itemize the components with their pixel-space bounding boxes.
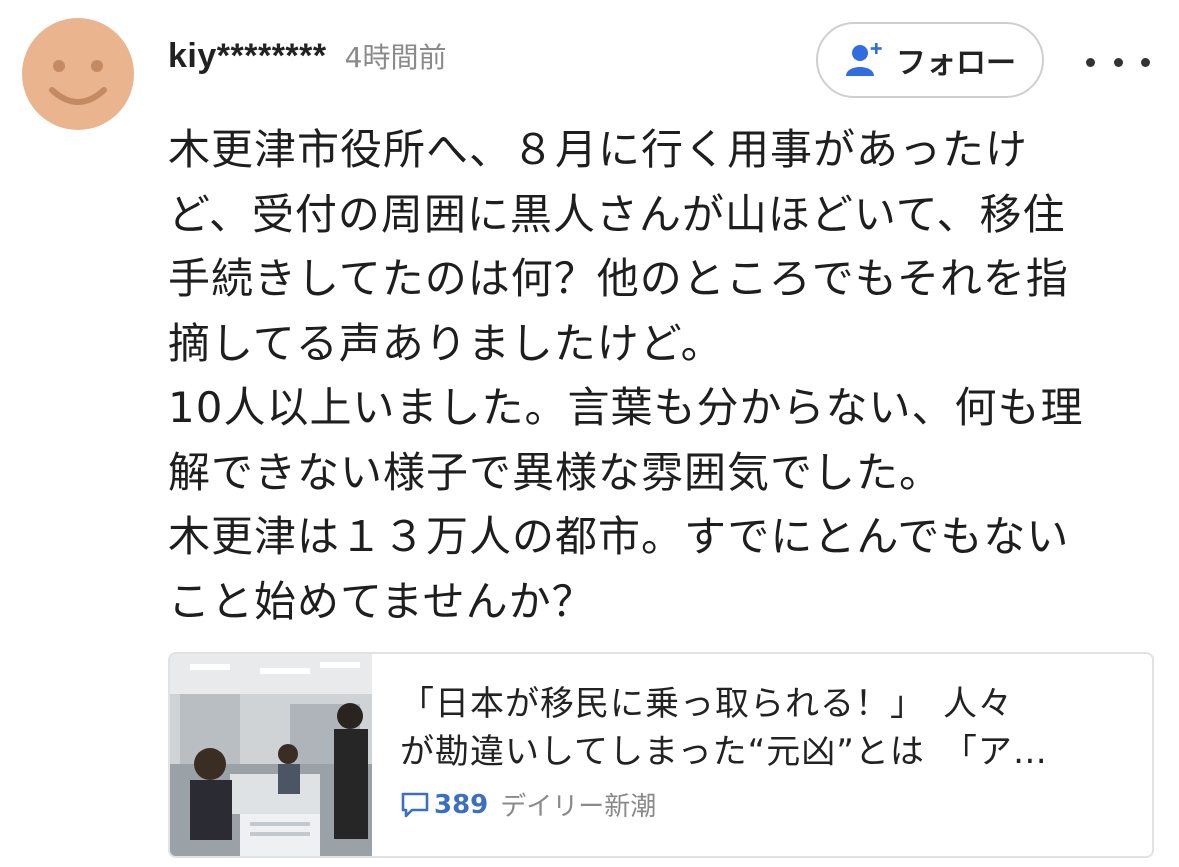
article-title: 「日本が移民に乗っ取られる！」 人々 が勘違いしてしまった“元凶”とは 「ア… xyxy=(400,680,1130,776)
article-thumbnail xyxy=(170,654,372,856)
article-title-line: が勘違いしてしまった“元凶”とは 「ア… xyxy=(400,732,1048,772)
comment-line: ど、受付の周囲に黒人さんが山ほどいて、移住 xyxy=(168,189,1066,239)
comment-line: こと始めてませんか？ xyxy=(168,576,595,626)
comment-line: 木更津は１３万人の都市。すでにとんでもない xyxy=(168,512,1070,561)
speech-bubble-icon xyxy=(401,792,429,817)
comment-count[interactable]: 389 xyxy=(400,790,488,820)
article-source: デイリー新潮 xyxy=(500,792,657,822)
smiley-face-icon xyxy=(49,60,107,105)
comment-line: 解できない様子で異様な雰囲気でした。 xyxy=(168,447,943,497)
timestamp: 4時間前 xyxy=(344,41,447,74)
comment-line: 10人以上いました。言葉も分からない、何も理 xyxy=(168,383,1084,432)
comment-line: 手続きしてたのは何？他のところでもそれを指 xyxy=(168,254,1069,303)
comment-count-value: 389 xyxy=(434,789,489,820)
comment-line: 摘してる声ありましたけど。 xyxy=(168,318,724,368)
more-dot xyxy=(1113,57,1123,67)
comment-line: 木更津市役所へ、８月に行く用事があったけ xyxy=(168,125,1029,174)
follow-label: フォロー xyxy=(896,46,1016,81)
follow-button[interactable]: フォロー xyxy=(816,22,1044,98)
article-meta: 389 デイリー新潮 xyxy=(400,786,656,823)
more-options-button[interactable] xyxy=(1086,44,1150,80)
more-horizontal-icon xyxy=(1086,57,1095,67)
comment-body: 木更津市役所へ、８月に行く用事があったけ ど、受付の周囲に黒人さんが山ほどいて、… xyxy=(168,118,1128,634)
add-user-icon xyxy=(846,43,882,76)
article-link-card[interactable]: 「日本が移民に乗っ取られる！」 人々 が勘違いしてしまった“元凶”とは 「ア… … xyxy=(168,652,1154,858)
username[interactable]: kiy******** xyxy=(168,37,327,76)
more-dot xyxy=(1141,57,1150,67)
user-avatar[interactable] xyxy=(22,18,134,130)
office-photo-image xyxy=(170,654,372,856)
post-header: kiy******** 4時間前 xyxy=(168,36,446,76)
comment-post: kiy******** 4時間前 フォロー 木更津市役所へ、８月に行く用事があっ… xyxy=(0,0,1179,867)
article-title-line: 「日本が移民に乗っ取られる！」 人々 xyxy=(400,684,1013,724)
